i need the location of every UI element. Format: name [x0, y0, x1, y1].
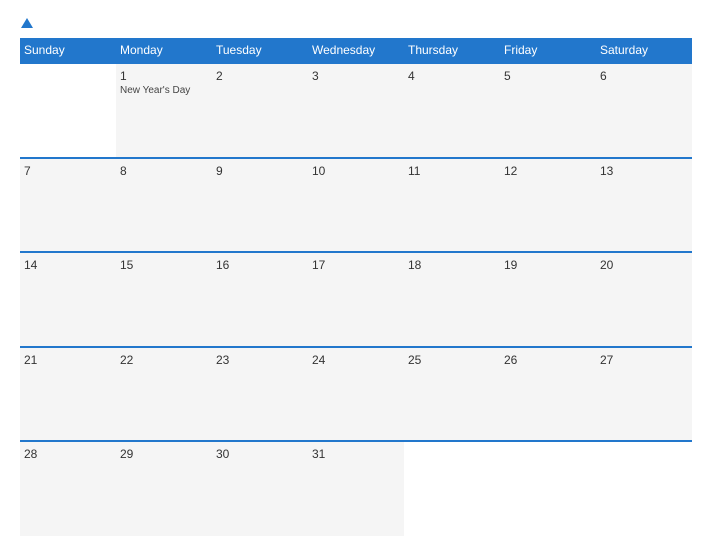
- day-number: 15: [120, 258, 208, 272]
- day-number: 26: [504, 353, 592, 367]
- day-number: 7: [24, 164, 112, 178]
- calendar-cell: 2: [212, 63, 308, 158]
- logo: [20, 18, 33, 30]
- weekday-header-wednesday: Wednesday: [308, 38, 404, 63]
- weekday-header-tuesday: Tuesday: [212, 38, 308, 63]
- day-number: 3: [312, 69, 400, 83]
- day-number: 21: [24, 353, 112, 367]
- calendar-cell: 10: [308, 158, 404, 253]
- day-number: 1: [120, 69, 208, 83]
- calendar-cell: 9: [212, 158, 308, 253]
- calendar-cell: 17: [308, 252, 404, 347]
- day-number: 22: [120, 353, 208, 367]
- calendar-cell: [596, 441, 692, 536]
- day-number: 12: [504, 164, 592, 178]
- day-number: 29: [120, 447, 208, 461]
- calendar-cell: [500, 441, 596, 536]
- day-number: 28: [24, 447, 112, 461]
- calendar-cell: 30: [212, 441, 308, 536]
- day-number: 20: [600, 258, 688, 272]
- calendar-cell: 8: [116, 158, 212, 253]
- weekday-header-row: SundayMondayTuesdayWednesdayThursdayFrid…: [20, 38, 692, 63]
- calendar-cell: 28: [20, 441, 116, 536]
- day-number: 24: [312, 353, 400, 367]
- day-number: 16: [216, 258, 304, 272]
- day-number: 11: [408, 164, 496, 178]
- calendar-cell: 22: [116, 347, 212, 442]
- calendar-cell: 6: [596, 63, 692, 158]
- calendar-page: SundayMondayTuesdayWednesdayThursdayFrid…: [0, 0, 712, 550]
- weekday-header-monday: Monday: [116, 38, 212, 63]
- calendar-cell: [20, 63, 116, 158]
- day-number: 2: [216, 69, 304, 83]
- calendar-cell: 29: [116, 441, 212, 536]
- calendar-cell: 31: [308, 441, 404, 536]
- calendar-cell: 3: [308, 63, 404, 158]
- day-number: 8: [120, 164, 208, 178]
- calendar-cell: 26: [500, 347, 596, 442]
- day-number: 23: [216, 353, 304, 367]
- calendar-cell: 16: [212, 252, 308, 347]
- calendar-cell: 23: [212, 347, 308, 442]
- calendar-cell: 18: [404, 252, 500, 347]
- calendar-header: [20, 18, 692, 30]
- calendar-week-row: 789 10 11 12 13: [20, 158, 692, 253]
- calendar-cell: 25: [404, 347, 500, 442]
- calendar-cell: 21: [20, 347, 116, 442]
- calendar-cell: 13: [596, 158, 692, 253]
- calendar-week-row: 14 15 16 17 18 19 20: [20, 252, 692, 347]
- calendar-cell: 15: [116, 252, 212, 347]
- calendar-week-row: 28 29 30 31: [20, 441, 692, 536]
- day-number: 14: [24, 258, 112, 272]
- calendar-cell: 5: [500, 63, 596, 158]
- logo-triangle-icon: [21, 18, 33, 28]
- calendar-cell: 19: [500, 252, 596, 347]
- calendar-cell: 20: [596, 252, 692, 347]
- calendar-cell: 24: [308, 347, 404, 442]
- calendar-cell: 11: [404, 158, 500, 253]
- weekday-header-thursday: Thursday: [404, 38, 500, 63]
- holiday-label: New Year's Day: [120, 85, 208, 96]
- weekday-header-friday: Friday: [500, 38, 596, 63]
- day-number: 25: [408, 353, 496, 367]
- calendar-cell: 4: [404, 63, 500, 158]
- day-number: 17: [312, 258, 400, 272]
- day-number: 18: [408, 258, 496, 272]
- day-number: 31: [312, 447, 400, 461]
- calendar-cell: 27: [596, 347, 692, 442]
- day-number: 9: [216, 164, 304, 178]
- day-number: 10: [312, 164, 400, 178]
- calendar-cell: [404, 441, 500, 536]
- weekday-header-sunday: Sunday: [20, 38, 116, 63]
- calendar-cell: 12: [500, 158, 596, 253]
- calendar-cell: 14: [20, 252, 116, 347]
- calendar-cell: 7: [20, 158, 116, 253]
- calendar-cell: 1 New Year's Day: [116, 63, 212, 158]
- day-number: 6: [600, 69, 688, 83]
- calendar-table: SundayMondayTuesdayWednesdayThursdayFrid…: [20, 38, 692, 536]
- weekday-header-saturday: Saturday: [596, 38, 692, 63]
- day-number: 5: [504, 69, 592, 83]
- day-number: 19: [504, 258, 592, 272]
- day-number: 30: [216, 447, 304, 461]
- day-number: 13: [600, 164, 688, 178]
- calendar-week-row: 21 22 23 24 25 26 27: [20, 347, 692, 442]
- calendar-week-row: 1 New Year's Day 23456: [20, 63, 692, 158]
- day-number: 27: [600, 353, 688, 367]
- day-number: 4: [408, 69, 496, 83]
